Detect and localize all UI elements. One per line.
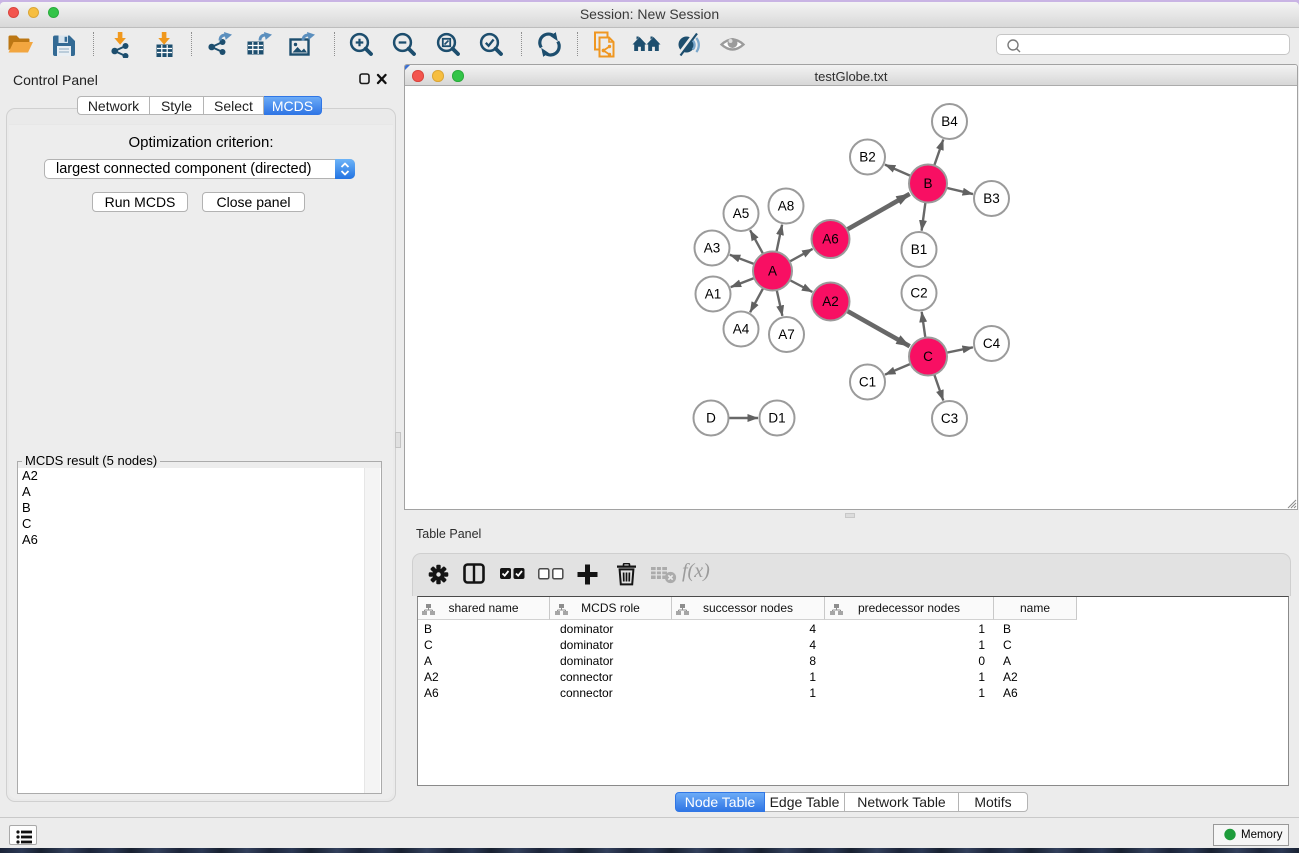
- svg-text:A7: A7: [778, 327, 795, 342]
- svg-text:C: C: [923, 349, 933, 364]
- svg-text:A2: A2: [822, 294, 839, 309]
- svg-text:A4: A4: [733, 322, 750, 337]
- svg-text:C4: C4: [983, 336, 1001, 351]
- svg-text:A: A: [768, 264, 777, 279]
- svg-text:B4: B4: [941, 114, 958, 129]
- svg-text:A3: A3: [704, 241, 721, 256]
- svg-text:D: D: [706, 411, 716, 426]
- svg-text:B3: B3: [983, 191, 1000, 206]
- svg-text:A8: A8: [778, 199, 795, 214]
- svg-text:B2: B2: [859, 150, 876, 165]
- svg-text:B: B: [923, 176, 932, 191]
- svg-text:D1: D1: [768, 411, 785, 426]
- svg-text:B1: B1: [911, 242, 928, 257]
- svg-text:A1: A1: [705, 287, 722, 302]
- svg-text:C1: C1: [859, 375, 876, 390]
- svg-text:C3: C3: [941, 411, 958, 426]
- svg-text:A5: A5: [733, 206, 750, 221]
- svg-text:A6: A6: [822, 232, 839, 247]
- svg-text:C2: C2: [910, 286, 927, 301]
